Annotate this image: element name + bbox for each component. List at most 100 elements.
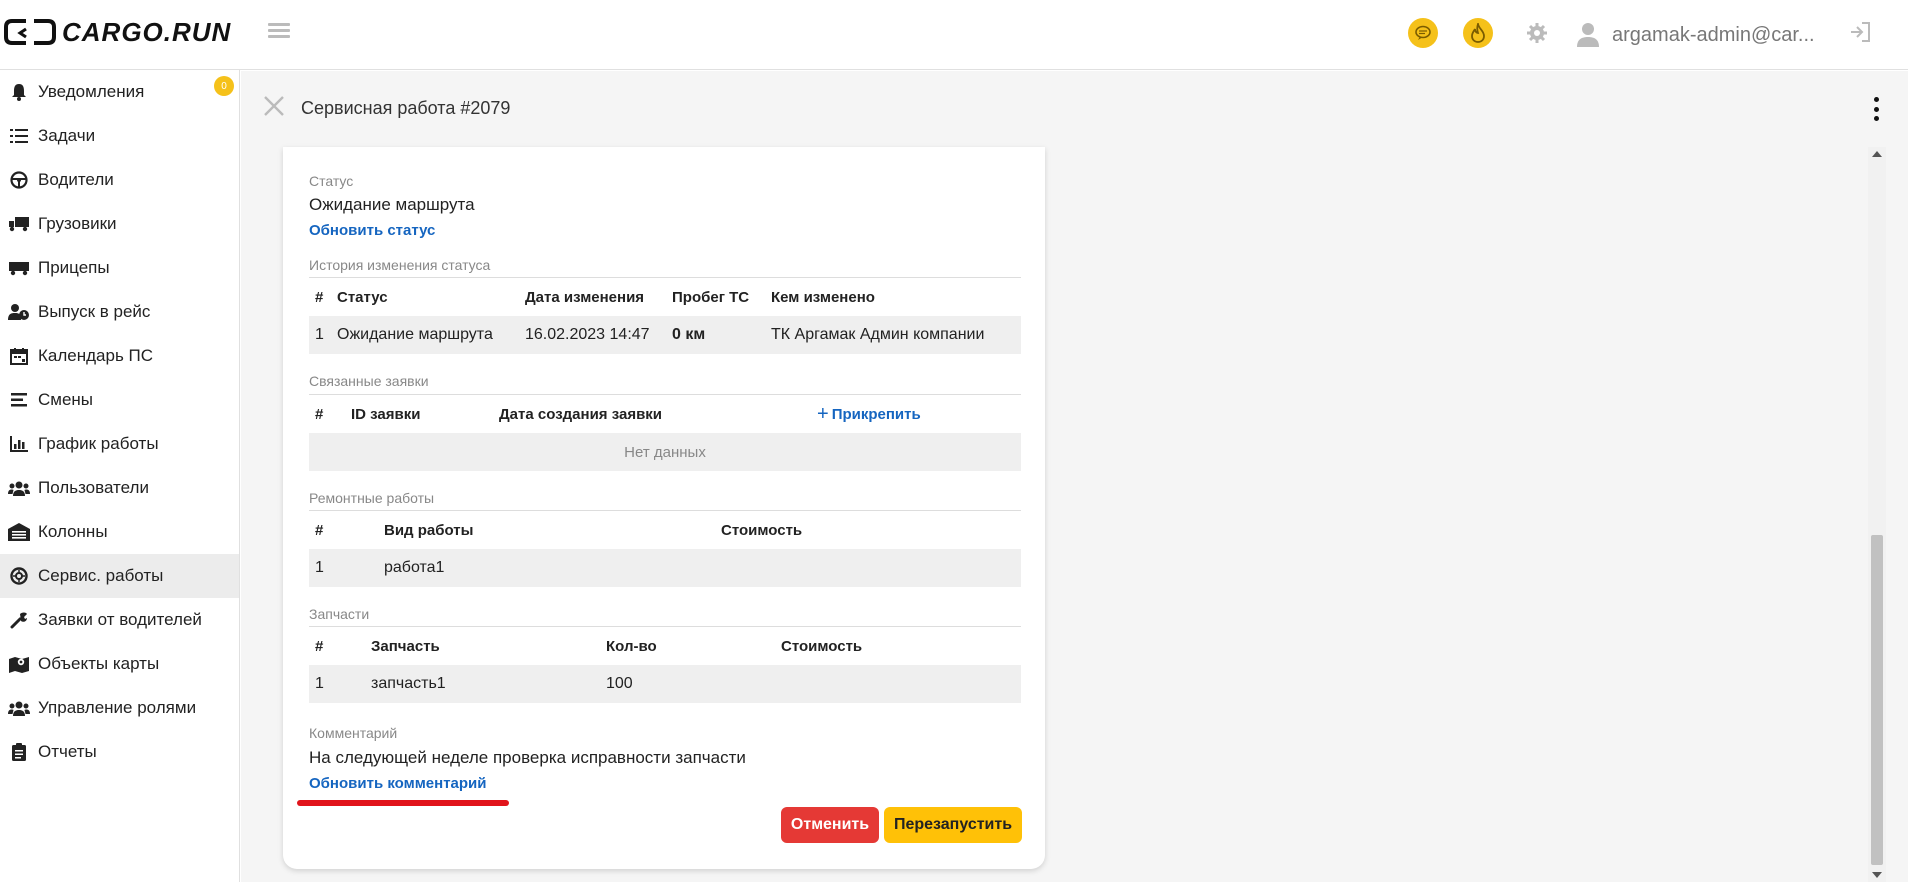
logo-text: CARGO.RUN <box>62 16 232 47</box>
column-header: Стоимость <box>781 637 863 655</box>
close-icon[interactable] <box>263 95 289 121</box>
column-header: Пробег ТС <box>672 288 750 306</box>
column-header: Запчасть <box>371 637 440 655</box>
sidebar-item-label: Управление ролями <box>38 698 197 717</box>
scroll-thumb[interactable] <box>1871 535 1883 865</box>
logo-mark-icon <box>4 19 56 45</box>
vertical-scrollbar[interactable] <box>1868 147 1886 882</box>
sidebar-item-map-objects[interactable]: Объекты карты <box>0 642 239 686</box>
sidebar-item-drivers[interactable]: Водители <box>0 158 239 202</box>
page-title: Сервисная работа #2079 <box>301 98 511 118</box>
table-cell: 1 <box>315 326 324 343</box>
logout-icon[interactable] <box>1848 20 1874 46</box>
chat-icon[interactable] <box>1408 18 1438 48</box>
shifts-icon <box>8 389 30 411</box>
menu-toggle-icon[interactable] <box>268 20 290 42</box>
logo[interactable]: CARGO.RUN <box>4 14 231 50</box>
status-label: Статус <box>309 173 354 189</box>
column-header: Статус <box>337 288 388 306</box>
map-marker-icon <box>8 653 30 675</box>
sidebar-item-driver-requests[interactable]: Заявки от водителей <box>0 598 239 642</box>
table-header-row: # Запчасть Кол-во Стоимость <box>309 627 1021 665</box>
sidebar-item-trucks[interactable]: Грузовики <box>0 202 239 246</box>
flame-icon <box>1471 23 1485 43</box>
tasks-list-icon <box>8 125 30 147</box>
repairs-label: Ремонтные работы <box>309 490 435 506</box>
table-cell: ТК Аргамак Админ компании <box>771 326 985 343</box>
sidebar-item-label: Заявки от водителей <box>38 610 202 629</box>
chart-icon <box>8 433 30 455</box>
sidebar-item-service-works[interactable]: Сервис. работы <box>0 554 239 598</box>
sidebar-item-users[interactable]: Пользователи <box>0 466 239 510</box>
trailer-icon <box>8 257 30 279</box>
sidebar-item-label: Сервис. работы <box>38 566 164 585</box>
sidebar-item-roles[interactable]: Управление ролями <box>0 686 239 730</box>
comment-label: Комментарий <box>309 725 398 741</box>
table-cell: 100 <box>606 675 633 692</box>
scroll-up-arrow-icon[interactable] <box>1872 151 1882 157</box>
history-label: История изменения статуса <box>309 257 491 273</box>
column-header: # <box>315 405 324 423</box>
sidebar-item-notifications[interactable]: Уведомления 0 <box>0 70 239 114</box>
top-bar: CARGO.RUN argamak-admin@car... <box>0 0 1908 70</box>
sidebar-item-trailers[interactable]: Прицепы <box>0 246 239 290</box>
roles-icon <box>8 697 30 719</box>
sidebar-item-label: Колонны <box>38 522 108 541</box>
sidebar-item-shifts[interactable]: Смены <box>0 378 239 422</box>
column-header: # <box>315 288 324 306</box>
sidebar-item-label: Календарь ПС <box>38 346 154 365</box>
update-status-link[interactable]: Обновить статус <box>309 222 435 239</box>
sidebar-item-label: Уведомления <box>38 82 145 101</box>
more-options-icon[interactable] <box>1866 97 1886 121</box>
sidebar-item-dispatch[interactable]: Выпуск в рейс <box>0 290 239 334</box>
settings-gear-icon[interactable] <box>1522 18 1552 48</box>
table-header-row: # Вид работы Стоимость <box>309 511 1021 549</box>
clipboard-icon <box>8 741 30 763</box>
column-header: # <box>315 521 324 539</box>
user-email: argamak-admin@car... <box>1612 23 1815 46</box>
service-wheel-icon <box>8 565 30 587</box>
column-header: Стоимость <box>721 521 803 539</box>
attach-button[interactable]: + Прикрепить <box>817 395 921 433</box>
sidebar-item-schedule[interactable]: График работы <box>0 422 239 466</box>
table-cell: 1 <box>315 675 324 692</box>
fire-icon[interactable] <box>1463 18 1493 48</box>
table-cell: запчасть1 <box>371 675 446 692</box>
parts-label: Запчасти <box>309 606 370 622</box>
table-row: 1 работа1 <box>309 549 1021 587</box>
sidebar-item-tasks[interactable]: Задачи <box>0 114 239 158</box>
column-header: # <box>315 637 324 655</box>
cancel-button[interactable]: Отменить <box>781 807 879 843</box>
table-header-row: # ID заявки Дата создания заявки + Прикр… <box>309 395 1021 433</box>
scroll-down-arrow-icon[interactable] <box>1872 872 1882 878</box>
sidebar-item-reports[interactable]: Отчеты <box>0 730 239 774</box>
sign-out-icon <box>1851 22 1870 42</box>
sidebar-item-label: Прицепы <box>38 258 110 277</box>
calendar-icon <box>8 345 30 367</box>
table-cell: работа1 <box>384 559 445 576</box>
sidebar-item-label: Объекты карты <box>38 654 160 673</box>
truck-icon <box>8 213 30 235</box>
sidebar-item-calendar[interactable]: Календарь ПС <box>0 334 239 378</box>
page-header: Сервисная работа #2079 <box>241 71 1908 147</box>
sidebar-item-label: Задачи <box>38 126 96 145</box>
user-menu[interactable]: argamak-admin@car... <box>1576 20 1815 50</box>
bell-icon <box>8 81 30 103</box>
sidebar-item-label: Водители <box>38 170 114 189</box>
sidebar-item-label: Отчеты <box>38 742 97 761</box>
related-requests-table: # ID заявки Дата создания заявки + Прикр… <box>309 394 1021 471</box>
table-cell: 1 <box>315 559 324 576</box>
highlight-underline <box>297 800 509 806</box>
sidebar: Уведомления 0 Задачи Водители Грузовики … <box>0 70 240 882</box>
column-header: ID заявки <box>351 405 421 423</box>
update-comment-link[interactable]: Обновить комментарий <box>309 775 487 792</box>
attach-label: Прикрепить <box>831 405 921 423</box>
restart-button[interactable]: Перезапустить <box>884 807 1022 843</box>
sidebar-item-columns[interactable]: Колонны <box>0 510 239 554</box>
sidebar-item-label: Грузовики <box>38 214 117 233</box>
related-requests-label: Связанные заявки <box>309 373 429 389</box>
table-cell: Ожидание маршрута <box>337 326 493 343</box>
service-work-card: Статус Ожидание маршрута Обновить статус… <box>283 147 1045 869</box>
column-header: Вид работы <box>384 521 474 539</box>
table-cell: 0 км <box>672 326 706 343</box>
